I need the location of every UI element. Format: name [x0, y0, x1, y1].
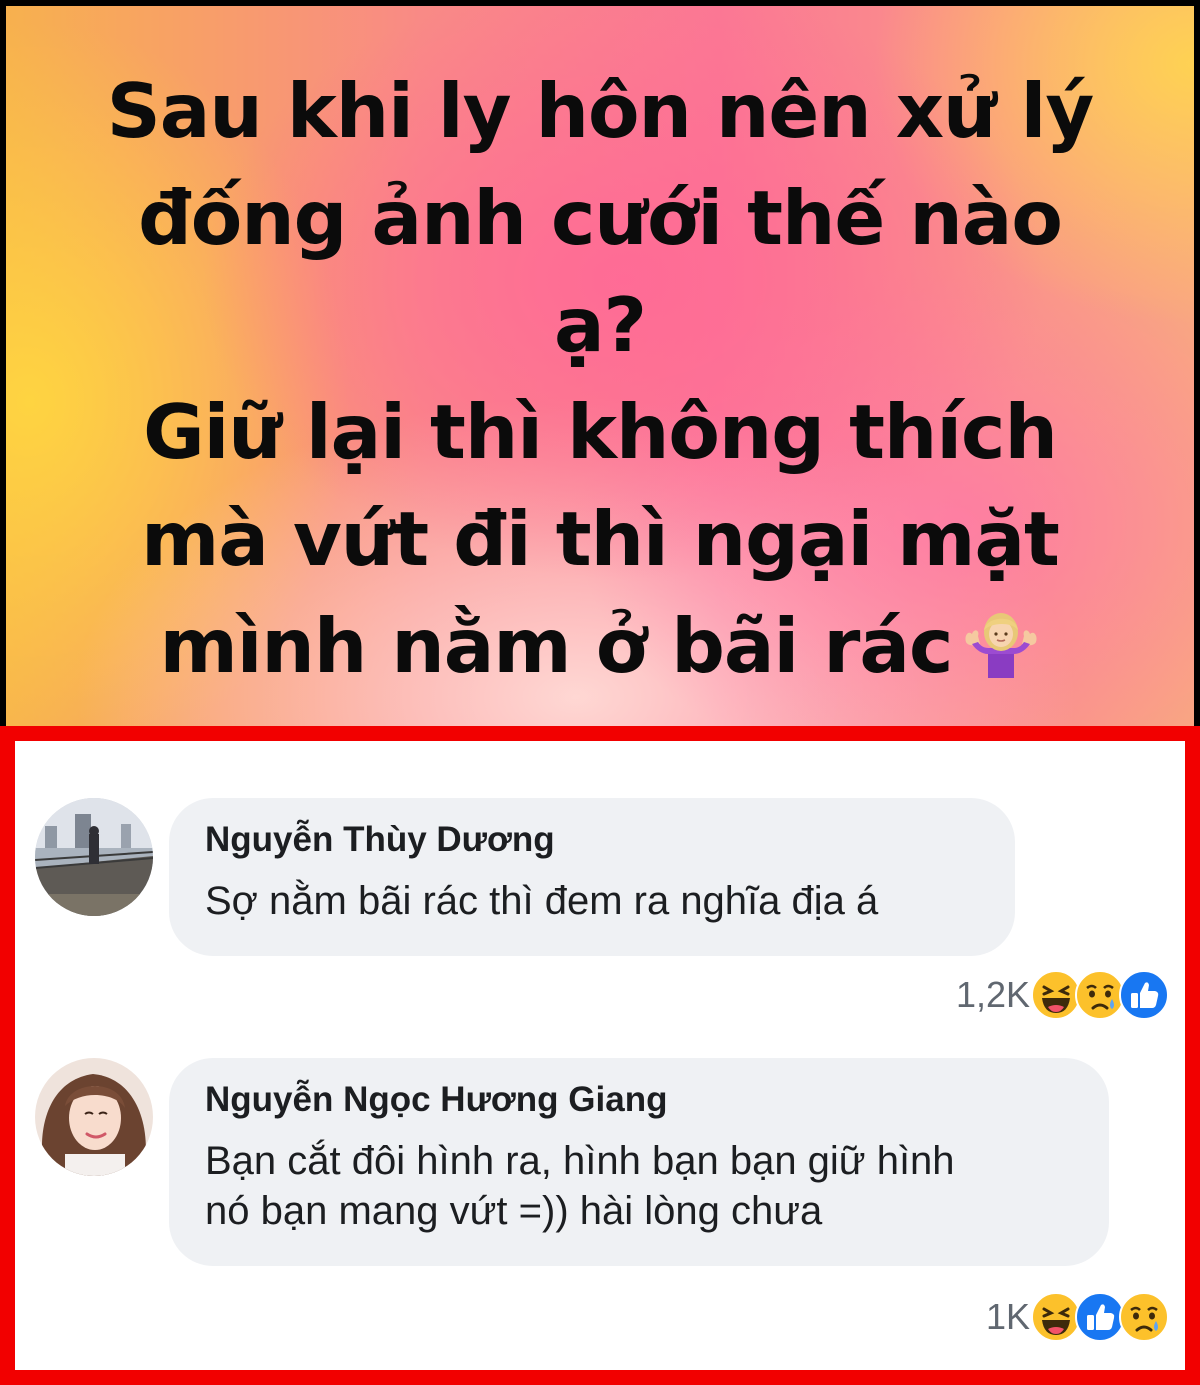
- reaction-summary[interactable]: 1K: [986, 1289, 1170, 1345]
- post-line: đống ảnh cưới thế nào: [138, 174, 1063, 262]
- comment-text: Sợ nằm bãi rác thì đem ra nghĩa địa á: [205, 879, 879, 923]
- avatar[interactable]: [35, 1058, 153, 1176]
- post-last-line: mình nằm ở bãi rác: [6, 593, 1194, 700]
- comment-author[interactable]: Nguyễn Ngọc Hương Giang: [205, 1078, 1073, 1122]
- reaction-count: 1,2K: [955, 974, 1030, 1015]
- like-icon: [1118, 969, 1170, 1021]
- reaction-summary[interactable]: 1,2K: [956, 967, 1170, 1023]
- post-line: ạ?: [553, 281, 647, 369]
- post-line: Giữ lại thì không thích: [143, 388, 1058, 476]
- comment-bubble: Nguyễn Ngọc Hương Giang Bạn cắt đôi hình…: [169, 1058, 1109, 1266]
- post-line: mà vứt đi thì ngại mặt: [141, 495, 1060, 583]
- reaction-count: 1K: [985, 1296, 1030, 1337]
- comment-author[interactable]: Nguyễn Thùy Dương: [205, 818, 979, 862]
- post-line: mình nằm ở bãi rác: [159, 602, 954, 690]
- post-text: Sau khi ly hôn nên xử lý đống ảnh cưới t…: [6, 58, 1194, 700]
- sad-icon: [1118, 1291, 1170, 1343]
- post-line: Sau khi ly hôn nên xử lý: [106, 67, 1095, 155]
- comment-text: Bạn cắt đôi hình ra, hình bạn bạn giữ hì…: [205, 1139, 955, 1183]
- comments-panel: Nguyễn Thùy Dương Sợ nằm bãi rác thì đem…: [0, 726, 1200, 1385]
- comment-text: nó bạn mang vứt =)) hài lòng chưa: [205, 1189, 823, 1233]
- post-background: Sau khi ly hôn nên xử lý đống ảnh cưới t…: [6, 6, 1194, 726]
- comment-bubble: Nguyễn Thùy Dương Sợ nằm bãi rác thì đem…: [169, 798, 1015, 956]
- person-shrugging-icon: [962, 599, 1040, 678]
- avatar[interactable]: [35, 798, 153, 916]
